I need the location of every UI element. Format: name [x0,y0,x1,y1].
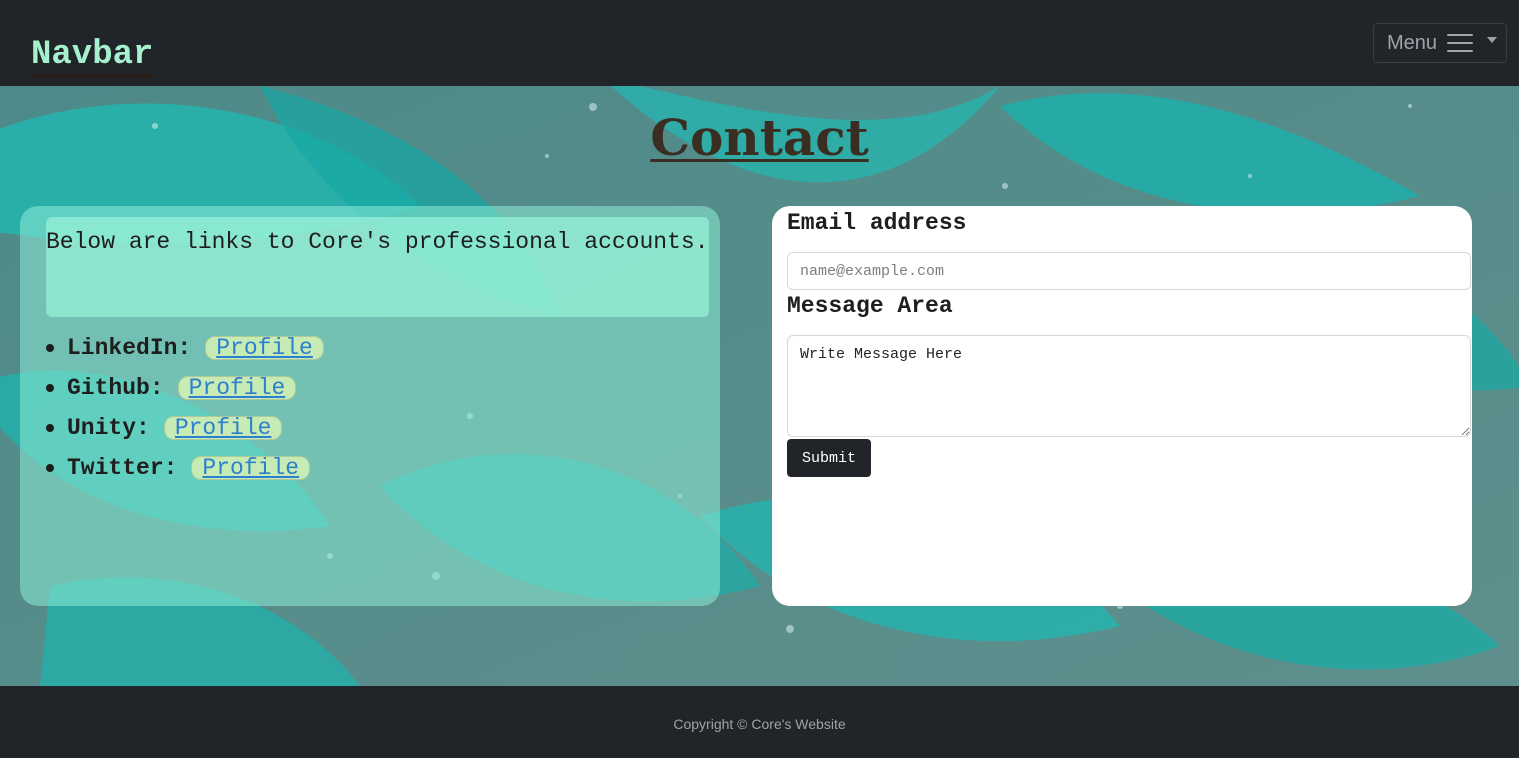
list-item: LinkedIn: Profile [46,328,324,368]
email-field[interactable] [787,252,1471,290]
twitter-profile-link[interactable]: Profile [191,456,311,480]
unity-profile-link[interactable]: Profile [163,416,283,440]
profile-links-list: LinkedIn: Profile Github: Profile Unity:… [46,328,324,488]
contact-section: Contact Below are links to Core's profes… [0,86,1519,686]
message-textarea[interactable]: Write Message Here [787,335,1471,437]
github-profile-link[interactable]: Profile [177,376,297,400]
email-label: Email address [787,210,967,236]
link-label-linkedin: LinkedIn: [67,335,192,361]
navbar: Navbar Menu [0,0,1519,86]
copyright-text: Copyright © Core's Website [673,716,846,732]
menu-label: Menu [1387,31,1438,54]
caret-down-icon [1487,37,1498,43]
menu-toggle-button[interactable]: Menu [1373,23,1507,63]
hamburger-icon [1447,34,1474,52]
bullet-icon [46,384,54,392]
link-label-unity: Unity: [67,415,150,441]
list-item: Github: Profile [46,368,324,408]
page-title: Contact [650,108,869,167]
message-label: Message Area [787,293,953,319]
list-item: Unity: Profile [46,408,324,448]
link-label-github: Github: [67,375,164,401]
intro-text: Below are links to Core's professional a… [46,217,709,317]
footer: Copyright © Core's Website [0,686,1519,758]
submit-button[interactable]: Submit [787,439,871,477]
bullet-icon [46,424,54,432]
links-card: Below are links to Core's professional a… [20,206,720,606]
bullet-icon [46,344,54,352]
link-label-twitter: Twitter: [67,455,178,481]
contact-form: Email address Message Area Write Message… [772,206,1472,606]
page-scrollbar[interactable] [1519,0,1531,758]
navbar-brand[interactable]: Navbar [31,38,154,78]
linkedin-profile-link[interactable]: Profile [205,336,324,360]
list-item: Twitter: Profile [46,448,324,488]
bullet-icon [46,464,54,472]
